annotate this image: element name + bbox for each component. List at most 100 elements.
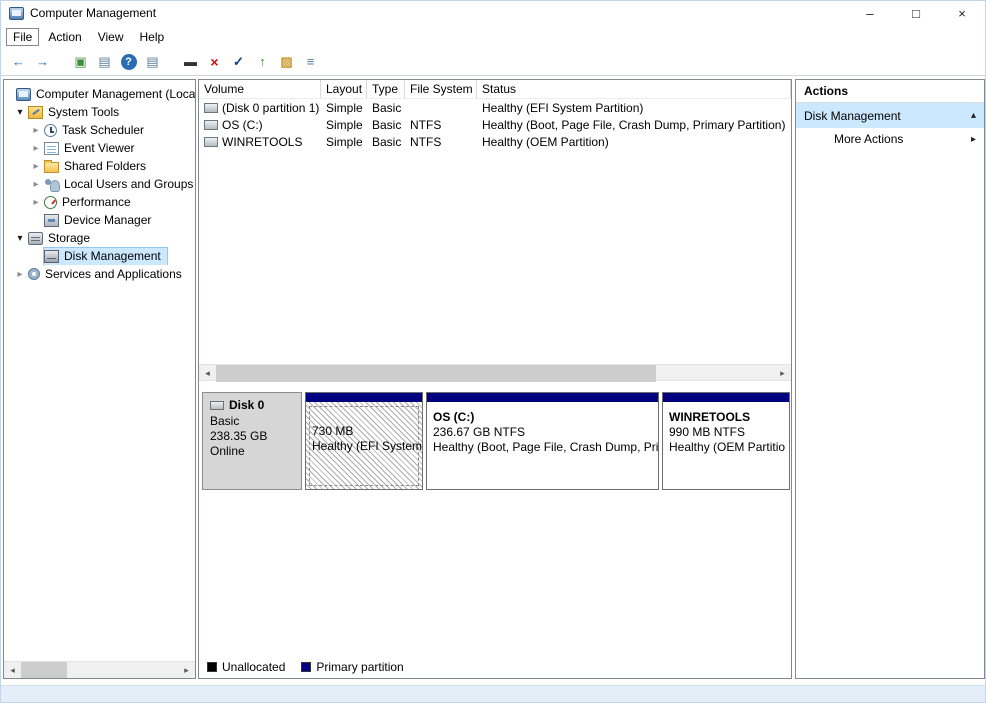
tree-item-system-tools[interactable]: ▾ System Tools — [4, 103, 195, 121]
show-console-tree-button[interactable]: ▣ — [69, 51, 92, 73]
scrollbar-thumb[interactable] — [216, 365, 656, 382]
layout-cell: Simple — [326, 117, 363, 132]
column-header-type[interactable]: Type — [367, 80, 405, 98]
tree-item-label: Performance — [62, 195, 131, 209]
tree-item-label: Storage — [48, 231, 91, 245]
volume-row-os[interactable]: OS (C:) Simple Basic NTFS Healthy (Boot,… — [199, 116, 791, 133]
volume-row-efi[interactable]: (Disk 0 partition 1) Simple Basic Health… — [199, 99, 791, 116]
folder-icon: ▨ — [280, 53, 293, 69]
fields-button[interactable]: ≡ — [299, 51, 322, 73]
delete-volume-button[interactable]: × — [203, 51, 226, 73]
file-system-cell: NTFS — [410, 117, 442, 132]
primary-partition-bar — [663, 393, 789, 402]
chevron-right-icon[interactable]: ▸ — [28, 125, 44, 136]
scroll-left-icon[interactable]: ◂ — [199, 365, 216, 382]
properties-button[interactable]: ✓ — [227, 51, 250, 73]
close-button[interactable]: × — [939, 1, 985, 25]
chevron-down-icon[interactable]: ▾ — [12, 107, 28, 118]
forward-button[interactable]: → — [31, 51, 54, 73]
volume-list-horizontal-scrollbar[interactable]: ◂ ▸ — [199, 364, 791, 382]
tree-horizontal-scrollbar[interactable]: ◂ ▸ — [4, 661, 195, 678]
column-header-status[interactable]: Status — [477, 80, 791, 98]
selected-tree-item[interactable]: Disk Management — [43, 247, 168, 265]
chevron-right-icon[interactable]: ▸ — [12, 269, 28, 280]
tree-item-storage[interactable]: ▾ Storage — [4, 229, 195, 247]
volume-row-winretools[interactable]: WINRETOOLS Simple Basic NTFS Healthy (OE… — [199, 133, 791, 150]
partition-size: 236.67 GB NTFS — [433, 425, 526, 439]
minimize-button[interactable]: – — [847, 1, 893, 25]
disk-name-label: Disk 0 — [229, 398, 265, 412]
partition-efi[interactable]: 730 MB Healthy (EFI System — [305, 392, 423, 490]
menu-view[interactable]: View — [91, 28, 131, 46]
tree-item-services-applications[interactable]: ▸ Services and Applications — [4, 265, 195, 283]
tree-item-device-manager[interactable]: Device Manager — [4, 211, 195, 229]
export-list-button[interactable]: ▤ — [93, 51, 116, 73]
disk-0-row: Disk 0 Basic 238.35 GB Online 730 MB Hea… — [202, 392, 790, 490]
partition-os-c[interactable]: OS (C:) 236.67 GB NTFS Healthy (Boot, Pa… — [426, 392, 659, 490]
up-level-button[interactable]: ↑ — [251, 51, 274, 73]
chevron-right-icon[interactable]: ▸ — [28, 197, 44, 208]
menu-file[interactable]: File — [6, 27, 40, 46]
open-folder-button[interactable]: ▨ — [275, 51, 298, 73]
chevron-right-icon[interactable]: ▸ — [28, 179, 44, 190]
collapse-chevron-icon[interactable]: ▴ — [971, 110, 976, 121]
menu-action[interactable]: Action — [41, 28, 88, 46]
type-cell: Basic — [372, 100, 402, 115]
tree-item-local-users-groups[interactable]: ▸ Local Users and Groups — [4, 175, 195, 193]
volume-name: (Disk 0 partition 1) — [222, 100, 320, 115]
volume-cell: OS (C:) — [199, 118, 321, 132]
column-header-volume[interactable]: Volume — [199, 80, 321, 98]
views-button[interactable]: ▤ — [141, 51, 164, 73]
disk-0-info-box[interactable]: Disk 0 Basic 238.35 GB Online — [202, 392, 302, 490]
volume-cell: (Disk 0 partition 1) — [199, 101, 321, 115]
partition-status: Healthy (Boot, Page File, Crash Dump, Pr… — [433, 440, 659, 454]
disk-icon — [44, 249, 59, 263]
up-arrow-icon: ↑ — [259, 54, 266, 69]
tree-item-label: Local Users and Groups — [64, 177, 194, 191]
partition-status: Healthy (OEM Partitio — [669, 440, 786, 454]
scroll-right-icon[interactable]: ▸ — [774, 365, 791, 382]
status-cell: Healthy (OEM Partition) — [482, 134, 609, 149]
back-button[interactable]: ← — [7, 51, 30, 73]
chevron-right-icon[interactable]: ▸ — [28, 161, 44, 172]
toolbar: ← → ▣ ▤ ? ▤ ▬ × ✓ ↑ ▨ ≡ — [1, 48, 985, 76]
column-header-layout[interactable]: Layout — [321, 80, 367, 98]
app-icon — [9, 6, 24, 20]
tree-item-event-viewer[interactable]: ▸ Event Viewer — [4, 139, 195, 157]
tree-item-shared-folders[interactable]: ▸ Shared Folders — [4, 157, 195, 175]
legend-unallocated: Unallocated — [207, 660, 285, 674]
action-label: Disk Management — [804, 108, 901, 123]
tree-item-performance[interactable]: ▸ Performance — [4, 193, 195, 211]
scroll-left-icon[interactable]: ◂ — [4, 662, 21, 678]
action-more-actions[interactable]: More Actions ▸ — [796, 128, 984, 150]
maximize-button[interactable]: □ — [893, 1, 939, 25]
tree-item-computer-management[interactable]: Computer Management (Local) — [4, 85, 195, 103]
scrollbar-thumb[interactable] — [21, 662, 67, 678]
menu-help[interactable]: Help — [133, 28, 172, 46]
device-icon — [44, 213, 59, 227]
window-bottom-strip — [1, 685, 985, 702]
disk-size: 238.35 GB — [210, 429, 268, 443]
help-button[interactable]: ? — [117, 51, 140, 73]
disk-management-pane: Volume Layout Type File System Status (D… — [198, 79, 792, 679]
primary-partition-bar — [427, 393, 658, 402]
tree-item-label: Device Manager — [64, 213, 152, 227]
actions-title: Actions — [796, 80, 984, 103]
partition-text: OS (C:) 236.67 GB NTFS Healthy (Boot, Pa… — [427, 402, 658, 455]
expand-chevron-icon[interactable]: ▸ — [971, 134, 976, 145]
chevron-right-icon[interactable]: ▸ — [28, 143, 44, 154]
file-system-cell: NTFS — [410, 134, 442, 149]
action-disk-management[interactable]: Disk Management ▴ — [796, 103, 984, 128]
scroll-right-icon[interactable]: ▸ — [178, 662, 195, 678]
list-icon: ≡ — [306, 54, 315, 69]
column-header-file-system[interactable]: File System — [405, 80, 477, 98]
chevron-down-icon[interactable]: ▾ — [12, 233, 28, 244]
back-arrow-icon: ← — [12, 54, 25, 69]
partition-winretools[interactable]: WINRETOOLS 990 MB NTFS Healthy (OEM Part… — [662, 392, 790, 490]
users-icon — [44, 178, 60, 192]
disk-icon — [210, 400, 224, 410]
tree-item-disk-management[interactable]: Disk Management — [4, 247, 195, 265]
console-window-button[interactable]: ▬ — [179, 51, 202, 73]
tree-item-task-scheduler[interactable]: ▸ Task Scheduler — [4, 121, 195, 139]
tree-item-label: Event Viewer — [64, 141, 135, 155]
